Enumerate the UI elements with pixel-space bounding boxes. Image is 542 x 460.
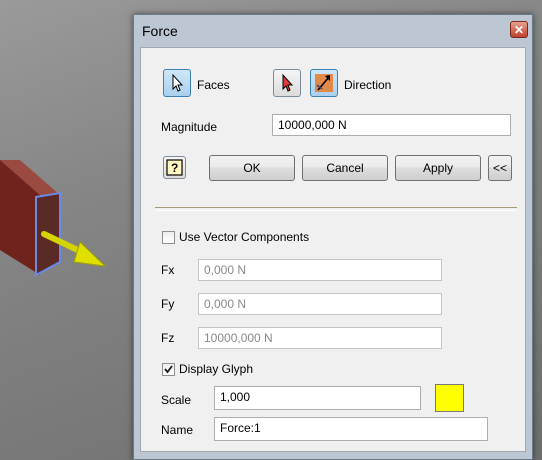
faces-select-button[interactable] (163, 69, 191, 97)
title-bar[interactable]: Force ✕ (134, 15, 532, 47)
direction-flip-button[interactable] (273, 69, 301, 97)
ok-button[interactable]: OK (209, 155, 295, 181)
magnitude-input[interactable]: 10000,000 N (272, 114, 511, 136)
help-button[interactable]: ? (163, 156, 186, 179)
use-vector-components-checkbox[interactable] (162, 231, 175, 244)
checkmark-icon (164, 365, 173, 374)
close-button[interactable]: ✕ (510, 21, 528, 38)
use-vector-components-label: Use Vector Components (179, 230, 310, 244)
fy-label: Fy (161, 297, 175, 311)
red-cursor-icon (282, 73, 294, 92)
force-dialog: Force ✕ Faces Direction Magnitude 10000,… (133, 14, 533, 460)
dialog-body: Faces Direction Magnitude 10000,000 N ? (140, 47, 526, 452)
name-input[interactable]: Force:1 (214, 417, 488, 441)
cursor-select-icon (172, 73, 184, 92)
svg-text:?: ? (171, 161, 178, 175)
close-icon: ✕ (513, 23, 525, 37)
fy-input[interactable]: 0,000 N (198, 293, 442, 315)
direction-label: Direction (344, 78, 392, 92)
fx-label: Fx (161, 263, 175, 277)
fx-input[interactable]: 0,000 N (198, 259, 442, 281)
divider (155, 207, 517, 211)
cancel-button[interactable]: Cancel (302, 155, 388, 181)
display-glyph-checkbox[interactable] (162, 363, 175, 376)
dialog-title: Force (142, 23, 178, 39)
collapse-button[interactable]: << (488, 155, 512, 181)
direction-arrow-icon (315, 74, 333, 92)
display-glyph-label: Display Glyph (179, 362, 254, 376)
fz-label: Fz (161, 331, 175, 345)
help-icon: ? (166, 159, 183, 176)
magnitude-label: Magnitude (161, 120, 218, 134)
scale-label: Scale (161, 393, 192, 407)
part-model (0, 160, 107, 277)
faces-label: Faces (197, 78, 230, 92)
scale-input[interactable]: 1,000 (214, 386, 421, 410)
fz-input[interactable]: 10000,000 N (198, 327, 442, 349)
apply-button[interactable]: Apply (395, 155, 481, 181)
direction-select-button[interactable] (310, 69, 338, 97)
name-label: Name (161, 423, 194, 437)
glyph-color-swatch[interactable] (435, 384, 464, 412)
